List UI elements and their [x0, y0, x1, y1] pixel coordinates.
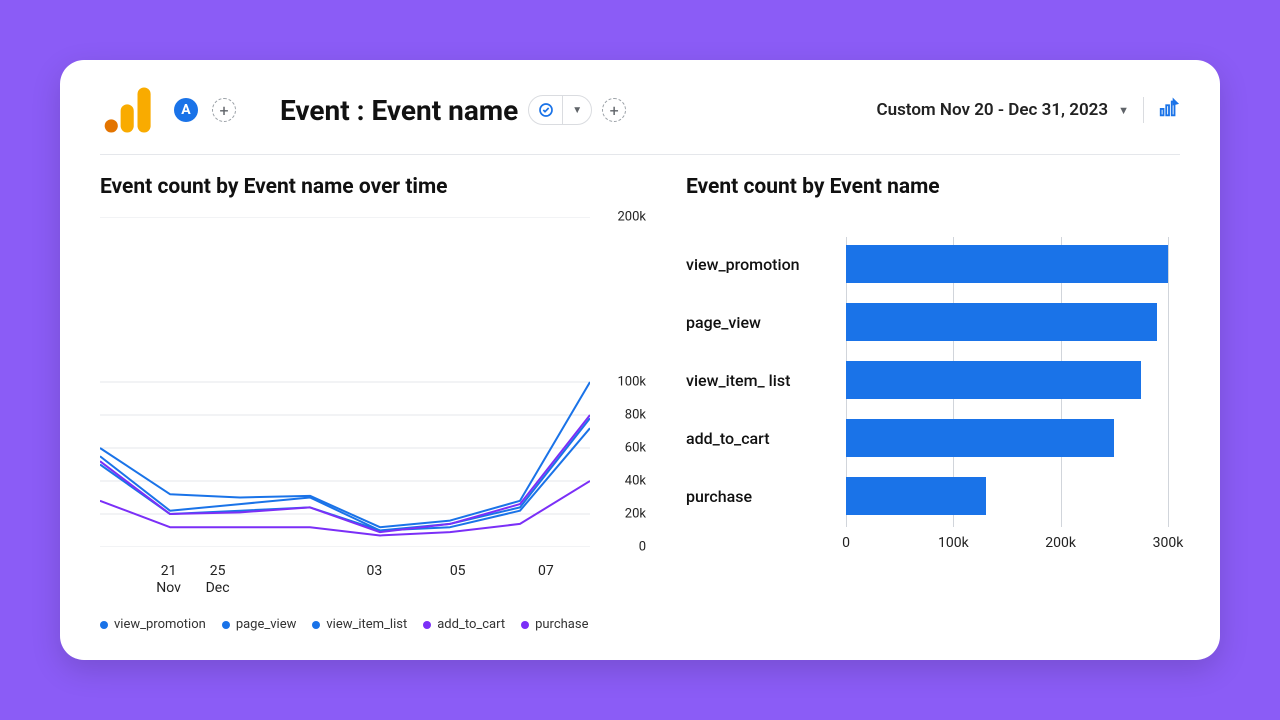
add-dimension-button[interactable]: + [602, 98, 626, 122]
title-group: Event : Event name ▼ + [280, 94, 626, 127]
x-axis-tick: 03 [367, 563, 383, 580]
caret-down-icon: ▼ [1118, 104, 1129, 117]
line-chart: 020k40k60k80k100k200k 21Nov25Dec030507 [100, 217, 646, 557]
bar-x-axis-tick: 0 [842, 535, 850, 551]
y-axis-tick: 20k [625, 507, 646, 522]
bar-label: purchase [686, 487, 846, 506]
charts-body: Event count by Event name over time 0 20k… [100, 155, 1180, 648]
segment-badge[interactable]: A [174, 98, 198, 122]
legend-dot-icon [312, 621, 320, 629]
y-axis-tick: 0 [639, 540, 646, 555]
bar-label: page_view [686, 313, 846, 332]
y-axis-tick: 100k [617, 375, 646, 390]
y-axis-tick: 60k [625, 441, 646, 456]
x-axis-tick: 07 [538, 563, 554, 580]
line-chart-legend: view_promotion page_view view_item_list add… [100, 617, 646, 632]
add-segment-button[interactable]: + [212, 98, 236, 122]
bar-chart-panel: Event count by Event name view_promotion… [686, 175, 1180, 648]
legend-dot-icon [222, 621, 230, 629]
legend-label: purchase [535, 617, 588, 632]
ga-logo-icon [100, 80, 160, 140]
bar-row: view_promotion [686, 243, 1168, 285]
legend-item[interactable]: view_promotion [100, 617, 206, 632]
bar-fill [846, 245, 1168, 283]
legend-item[interactable]: purchase [521, 617, 588, 632]
bar-fill [846, 361, 1141, 399]
bar-x-axis-tick: 100k [938, 535, 969, 551]
legend-item[interactable]: add_to_cart [423, 617, 505, 632]
bar-row: page_view [686, 301, 1168, 343]
header-bar: A + Event : Event name ▼ + Custom Nov 20… [100, 80, 1180, 155]
date-range-picker[interactable]: Custom Nov 20 - Dec 31, 2023 ▼ [876, 100, 1129, 120]
legend-label: view_item_list [326, 617, 407, 632]
bar-chart: view_promotion page_view view_item_ list ad… [686, 237, 1180, 567]
caret-down-icon: ▼ [563, 96, 591, 124]
legend-item[interactable]: page_view [222, 617, 297, 632]
legend-item[interactable]: view_item_list [312, 617, 407, 632]
bar-row: view_item_ list [686, 359, 1168, 401]
legend-dot-icon [423, 621, 431, 629]
bar-fill [846, 303, 1157, 341]
page-title: Event : Event name [280, 94, 518, 127]
legend-label: page_view [236, 617, 297, 632]
bar-row: purchase [686, 475, 1168, 517]
legend-label: add_to_cart [437, 617, 505, 632]
line-chart-title: Event count by Event name over time [100, 175, 646, 199]
x-axis-tick: 21Nov [156, 563, 181, 597]
x-axis-tick: 25Dec [206, 563, 230, 597]
line-chart-panel: Event count by Event name over time 0 20k… [100, 175, 646, 648]
x-axis-tick: 05 [450, 563, 466, 580]
bar-label: view_promotion [686, 255, 846, 274]
bar-row: add_to_cart [686, 417, 1168, 459]
title-selector[interactable]: ▼ [528, 95, 592, 125]
bar-label: view_item_ list [686, 371, 846, 390]
bar-chart-title: Event count by Event name [686, 175, 1180, 199]
y-axis-tick: 40k [625, 474, 646, 489]
customize-report-icon[interactable] [1158, 97, 1180, 123]
bar-fill [846, 477, 986, 515]
legend-label: view_promotion [114, 617, 206, 632]
check-circle-icon [529, 96, 563, 124]
y-axis-tick: 200k [617, 210, 646, 225]
bar-x-axis-tick: 300k [1153, 535, 1184, 551]
date-range-label: Custom Nov 20 - Dec 31, 2023 [876, 100, 1108, 120]
bar-fill [846, 419, 1114, 457]
y-axis-tick: 80k [625, 408, 646, 423]
bar-x-axis-tick: 200k [1045, 535, 1076, 551]
separator [1143, 97, 1144, 123]
bar-label: add_to_cart [686, 429, 846, 448]
analytics-card: A + Event : Event name ▼ + Custom Nov 20… [60, 60, 1220, 660]
legend-dot-icon [521, 621, 529, 629]
legend-dot-icon [100, 621, 108, 629]
